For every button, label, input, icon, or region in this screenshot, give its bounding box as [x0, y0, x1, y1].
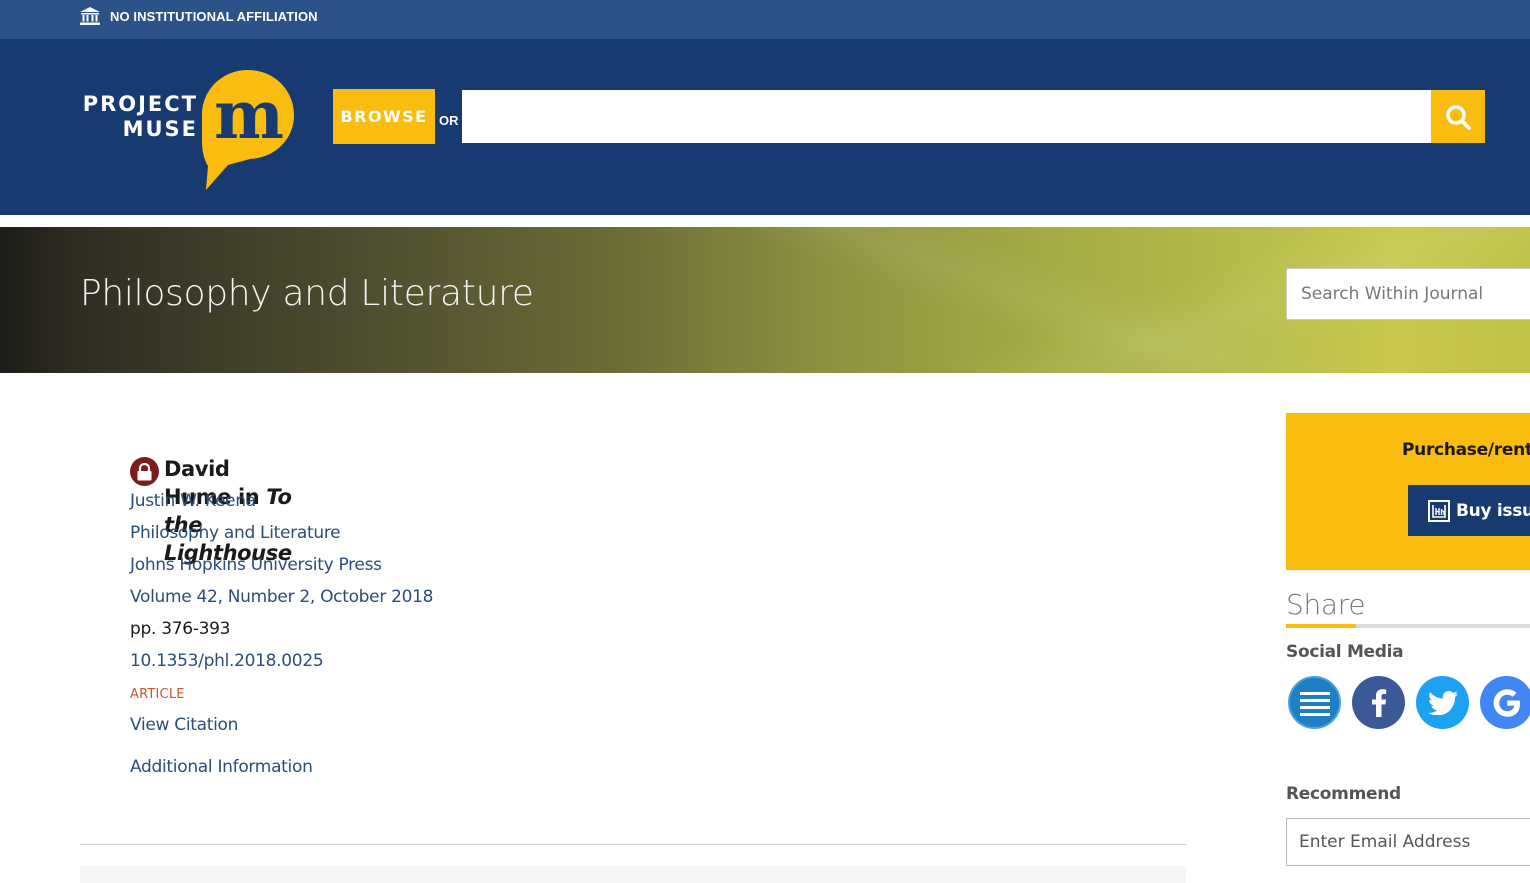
- buy-issue-button[interactable]: Buy issue: [1408, 485, 1530, 536]
- publisher-link[interactable]: Johns Hopkins University Press: [130, 555, 382, 575]
- affiliation-bar: NO INSTITUTIONAL AFFILIATION: [0, 0, 1530, 39]
- twitter-icon[interactable]: [1416, 676, 1469, 729]
- purchase-box: Purchase/renta Buy issue: [1286, 413, 1530, 570]
- author-link[interactable]: Justin W. Keena: [130, 491, 256, 511]
- lock-icon: [130, 457, 159, 486]
- search-icon: [1446, 104, 1471, 130]
- content-panel: [80, 866, 1186, 883]
- journal-link[interactable]: Philosophy and Literature: [130, 523, 341, 543]
- journal-banner: Philosophy and Literature: [0, 227, 1530, 373]
- browse-button[interactable]: BROWSE: [333, 89, 435, 144]
- institution-icon: [80, 7, 100, 25]
- social-media-label: Social Media: [1286, 642, 1404, 662]
- view-citation-link[interactable]: View Citation: [130, 715, 238, 735]
- buy-issue-label: Buy issue: [1456, 500, 1530, 521]
- facebook-icon[interactable]: [1352, 676, 1405, 729]
- share-rule: [1286, 624, 1530, 628]
- jhu-press-icon: [1428, 499, 1450, 522]
- purchase-title: Purchase/renta: [1402, 440, 1530, 460]
- share-list-icon[interactable]: [1288, 676, 1341, 729]
- logo-line1: PROJECT: [82, 92, 198, 116]
- content-divider: [80, 844, 1186, 845]
- muse-m-icon: m: [202, 70, 294, 190]
- recommend-label: Recommend: [1286, 784, 1401, 804]
- issue-link[interactable]: Volume 42, Number 2, October 2018: [130, 587, 434, 607]
- site-search-input[interactable]: [462, 90, 1431, 143]
- site-header: PROJECT MUSE m BROWSE OR: [0, 39, 1530, 215]
- page-range: pp. 376-393: [130, 619, 231, 639]
- journal-title[interactable]: Philosophy and Literature: [80, 273, 534, 314]
- journal-search-input[interactable]: [1286, 268, 1530, 320]
- or-label: OR: [439, 113, 459, 128]
- project-muse-logo[interactable]: PROJECT MUSE m: [80, 70, 295, 192]
- logo-mark: m: [214, 76, 284, 154]
- additional-info-link[interactable]: Additional Information: [130, 757, 313, 777]
- doi-link[interactable]: 10.1353/phl.2018.0025: [130, 651, 324, 671]
- logo-line2: MUSE: [122, 117, 198, 141]
- article-title: David Hume in To the Lighthouse: [164, 457, 292, 565]
- search-button[interactable]: [1431, 90, 1485, 143]
- google-icon[interactable]: [1480, 676, 1530, 729]
- article-type-label: ARTICLE: [130, 687, 185, 702]
- recommend-email-input[interactable]: [1286, 818, 1530, 866]
- share-heading: Share: [1286, 588, 1366, 621]
- affiliation-text[interactable]: NO INSTITUTIONAL AFFILIATION: [110, 9, 318, 24]
